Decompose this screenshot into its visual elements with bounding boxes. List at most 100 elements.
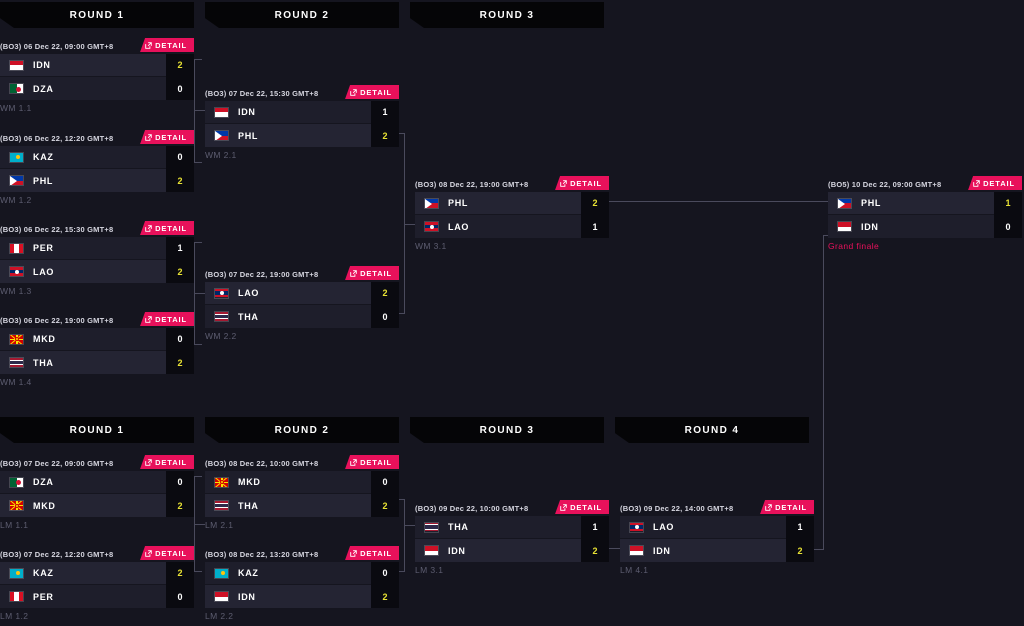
detail-button[interactable]: DETAIL: [555, 500, 609, 514]
team-row[interactable]: LAO2: [0, 260, 194, 283]
detail-button[interactable]: DETAIL: [345, 455, 399, 469]
team-row[interactable]: KAZ0: [205, 562, 399, 585]
team-row[interactable]: KAZ2: [0, 562, 194, 585]
detail-button[interactable]: DETAIL: [345, 266, 399, 280]
round-header-label: ROUND 3: [480, 425, 535, 436]
team-row[interactable]: LAO1: [620, 516, 814, 539]
team-row[interactable]: PHL2: [0, 169, 194, 192]
match-card[interactable]: (BO3) 06 Dec 22, 19:00 GMT+8 DETAIL MKD0TH…: [0, 312, 194, 387]
team-score: 2: [581, 539, 609, 562]
detail-button[interactable]: DETAIL: [140, 455, 194, 469]
detail-button[interactable]: DETAIL: [140, 221, 194, 235]
team-row[interactable]: PHL1: [828, 192, 1022, 215]
team-score: 2: [166, 169, 194, 192]
detail-button[interactable]: DETAIL: [555, 176, 609, 190]
team-row[interactable]: LAO2: [205, 282, 399, 305]
team-code: KAZ: [33, 152, 166, 162]
match-card[interactable]: (BO3) 07 Dec 22, 09:00 GMT+8DETAILDZA0MK…: [0, 455, 194, 530]
team-row[interactable]: THA2: [0, 351, 194, 374]
match-card[interactable]: (BO3) 08 Dec 22, 13:20 GMT+8DETAILKAZ0ID…: [205, 546, 399, 621]
match-card[interactable]: (BO3) 06 Dec 22, 12:20 GMT+8DETAILKAZ0PH…: [0, 130, 194, 205]
team-code: KAZ: [238, 568, 371, 578]
detail-button[interactable]: DETAIL: [760, 500, 814, 514]
detail-button-label: DETAIL: [570, 503, 602, 512]
detail-button[interactable]: DETAIL: [345, 85, 399, 99]
match-card[interactable]: (BO3) 07 Dec 22, 15:30 GMT+8DETAILIDN1PH…: [205, 85, 399, 160]
match-id-label: WM 1.3: [0, 286, 194, 296]
team-row[interactable]: IDN2: [620, 539, 814, 562]
flag-icon-idn: [629, 545, 644, 556]
team-row[interactable]: IDN1: [205, 101, 399, 124]
team-score: 1: [166, 237, 194, 260]
detail-button[interactable]: DETAIL: [140, 312, 194, 326]
match-card[interactable]: (BO3) 06 Dec 22, 15:30 GMT+8 DETAIL PER1LA…: [0, 221, 194, 296]
team-row[interactable]: MKD0: [205, 471, 399, 494]
match-card[interactable]: (BO3) 07 Dec 22, 12:20 GMT+8DETAILKAZ2PE…: [0, 546, 194, 621]
match-datetime: (BO3) 06 Dec 22, 15:30 GMT+8: [0, 225, 113, 234]
bracket-connector-line: [823, 235, 824, 549]
match-datetime: (BO3) 07 Dec 22, 19:00 GMT+8: [205, 270, 318, 279]
flag-icon-phl: [424, 198, 439, 209]
team-code: IDN: [238, 592, 371, 602]
team-rows: PHL2LAO1: [415, 192, 609, 238]
match-datetime: (BO3) 09 Dec 22, 14:00 GMT+8: [620, 504, 733, 513]
flag-icon-phl: [837, 198, 852, 209]
team-row[interactable]: IDN2: [205, 585, 399, 608]
match-header: (BO3) 06 Dec 22, 15:30 GMT+8 DETAIL: [0, 221, 194, 237]
external-link-icon: [765, 504, 772, 511]
team-row[interactable]: THA0: [205, 305, 399, 328]
team-row[interactable]: PHL2: [415, 192, 609, 215]
team-code: THA: [448, 522, 581, 532]
detail-button[interactable]: DETAIL: [140, 38, 194, 52]
match-card[interactable]: (BO3) 09 Dec 22, 10:00 GMT+8DETAILTHA1ID…: [415, 500, 609, 575]
external-link-icon: [145, 459, 152, 466]
match-datetime: (BO3) 08 Dec 22, 10:00 GMT+8: [205, 459, 318, 468]
round-header-upper_bracket-1: ROUND 1: [0, 2, 194, 28]
team-row[interactable]: PHL2: [205, 124, 399, 147]
flag-icon-per: [9, 243, 24, 254]
match-card[interactable]: (BO3) 06 Dec 22, 09:00 GMT+8DETAILIDN2DZ…: [0, 38, 194, 113]
team-row[interactable]: THA2: [205, 494, 399, 517]
flag-icon-lao: [214, 288, 229, 299]
detail-button-label: DETAIL: [155, 315, 187, 324]
match-datetime: (BO3) 08 Dec 22, 13:20 GMT+8: [205, 550, 318, 559]
match-card[interactable]: (BO3) 09 Dec 22, 14:00 GMT+8DETAILLAO1ID…: [620, 500, 814, 575]
match-card[interactable]: (BO5) 10 Dec 22, 09:00 GMT+8DETAILPHL1ID…: [828, 176, 1022, 251]
detail-button-label: DETAIL: [775, 503, 807, 512]
team-row[interactable]: MKD0: [0, 328, 194, 351]
detail-button[interactable]: DETAIL: [968, 176, 1022, 190]
team-code: IDN: [653, 546, 786, 556]
team-row[interactable]: MKD2: [0, 494, 194, 517]
team-row[interactable]: PER1: [0, 237, 194, 260]
match-card[interactable]: (BO3) 07 Dec 22, 19:00 GMT+8DETAILLAO2TH…: [205, 266, 399, 341]
team-row[interactable]: LAO1: [415, 215, 609, 238]
team-row[interactable]: IDN2: [0, 54, 194, 77]
team-score: 0: [166, 585, 194, 608]
team-row[interactable]: PER0: [0, 585, 194, 608]
detail-button[interactable]: DETAIL: [140, 130, 194, 144]
flag-icon-kaz: [9, 152, 24, 163]
flag-icon-lao: [9, 266, 24, 277]
round-header-label: ROUND 1: [70, 10, 125, 21]
detail-button[interactable]: DETAIL: [345, 546, 399, 560]
team-row[interactable]: DZA0: [0, 77, 194, 100]
team-rows: LAO2THA0: [205, 282, 399, 328]
flag-icon-kaz: [214, 568, 229, 579]
flag-icon-mkd: [9, 500, 24, 511]
team-row[interactable]: IDN0: [828, 215, 1022, 238]
match-header: (BO3) 08 Dec 22, 13:20 GMT+8 DETAIL: [205, 546, 399, 562]
team-row[interactable]: THA1: [415, 516, 609, 539]
detail-button[interactable]: DETAIL: [140, 546, 194, 560]
match-datetime: (BO3) 06 Dec 22, 19:00 GMT+8: [0, 316, 113, 325]
match-card[interactable]: (BO3) 08 Dec 22, 10:00 GMT+8 DETAIL MKD0TH…: [205, 455, 399, 530]
team-row[interactable]: IDN2: [415, 539, 609, 562]
match-card[interactable]: (BO3) 08 Dec 22, 19:00 GMT+8DETAILPHL2LA…: [415, 176, 609, 251]
bracket-canvas: ROUND 1ROUND 2ROUND 3ROUND 1ROUND 2ROUND…: [0, 0, 1024, 626]
team-rows: PER1LAO2: [0, 237, 194, 283]
team-code: THA: [238, 312, 371, 322]
team-score: 2: [371, 494, 399, 517]
team-score: 2: [371, 282, 399, 305]
team-row[interactable]: KAZ0: [0, 146, 194, 169]
match-id-label: LM 4.1: [620, 565, 814, 575]
team-row[interactable]: DZA0: [0, 471, 194, 494]
